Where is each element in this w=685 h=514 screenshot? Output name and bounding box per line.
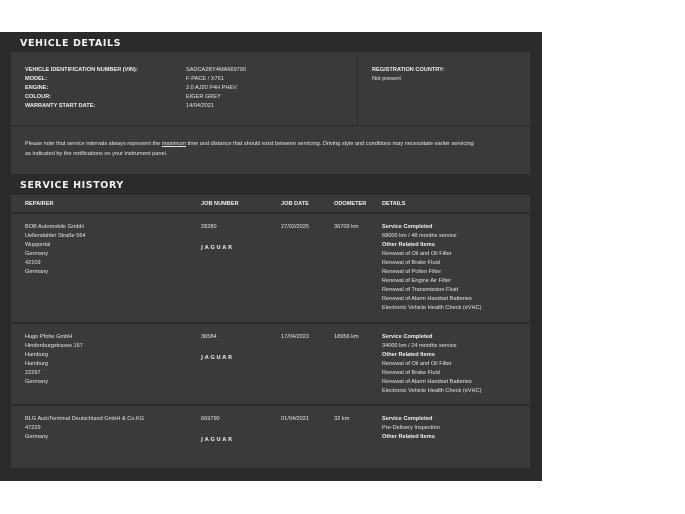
- note-text-line2: as indicated by the notifications on you…: [25, 150, 168, 157]
- table-row: Hugo Pfohe GmbH Hindenburgstrasse 167 Ha…: [11, 324, 530, 404]
- service-interval-note: Please note that service intervals alway…: [11, 126, 530, 174]
- repairer-city: Hamburg: [25, 352, 49, 358]
- repairer-name: Hugo Pfohe GmbH: [25, 334, 73, 340]
- repairer-region: Germany: [25, 251, 49, 257]
- service-completed-label: Service Completed: [382, 334, 433, 340]
- note-text-end: time and distance that should exist betw…: [186, 141, 474, 147]
- repairer-postcode: 42109: [25, 260, 41, 266]
- repairer-street: Hindenburgstrasse 167: [25, 343, 83, 349]
- repairer-region: Hamburg: [25, 361, 49, 367]
- odometer-cell: 18956 km: [334, 334, 359, 340]
- service-table-header: REPAIRER JOB NUMBER JOB DATE ODOMETER DE…: [11, 195, 530, 212]
- table-row: BOB Automobile GmbH Uellendahler Straße …: [11, 214, 530, 322]
- related-item: Renewal of Oil and Oil Filter: [382, 251, 452, 257]
- col-job-date: JOB DATE: [281, 201, 309, 207]
- job-number-cell: 36584: [201, 334, 217, 340]
- odometer-cell: 36709 km: [334, 224, 359, 230]
- job-number-cell: 28280: [201, 224, 217, 230]
- warranty-value: 14/04/2021: [186, 103, 214, 109]
- repairer-country: Germany: [25, 379, 49, 385]
- repairer-cell: BOB Automobile GmbH Uellendahler Straße …: [25, 223, 86, 277]
- warranty-label: WARRANTY START DATE:: [25, 103, 96, 109]
- repairer-street: Uellendahler Straße 564: [25, 233, 86, 239]
- related-item: Renewal of Brake Fluid: [382, 260, 440, 266]
- job-number-cell: 669790: [201, 416, 220, 422]
- jaguar-logo: JAGUAR: [201, 437, 234, 443]
- engine-label: ENGINE:: [25, 85, 49, 91]
- job-date-cell: 27/02/2025: [281, 224, 309, 230]
- vin-label: VEHICLE IDENTIFICATION NUMBER (VIN):: [25, 67, 138, 73]
- repairer-name: BLG AutoTerminal Deutschland GmbH & Co.K…: [25, 416, 145, 422]
- related-item: Electronic Vehicle Health Check (eVHC): [382, 388, 482, 394]
- related-item: Electronic Vehicle Health Check (eVHC): [382, 305, 482, 311]
- related-item: Renewal of Brake Fluid: [382, 370, 440, 376]
- registration-panel: REGISTRATION COUNTRY: Not present: [358, 52, 530, 125]
- repairer-postcode: 22297: [25, 370, 41, 376]
- repairer-postcode: 47229: [25, 425, 41, 431]
- repairer-cell: BLG AutoTerminal Deutschland GmbH & Co.K…: [25, 415, 144, 442]
- other-items-label: Other Related Items: [382, 242, 435, 248]
- note-maximum-link: maximum: [161, 141, 187, 147]
- vehicle-labels: VEHICLE IDENTIFICATION NUMBER (VIN): MOD…: [25, 66, 138, 111]
- related-item: Renewal of Oil and Oil Filter: [382, 361, 452, 367]
- related-item: Renewal of Alarm Handset Batteries: [382, 379, 472, 385]
- note-text-start: Please note that service intervals alway…: [25, 141, 162, 147]
- related-item: Renewal of Pollen Filter: [382, 269, 442, 275]
- repairer-country: Germany: [25, 269, 49, 275]
- service-description: 34000 km / 24 months service: [382, 343, 457, 349]
- details-cell: Service Completed Pre-Delivery Inspectio…: [382, 415, 440, 442]
- colour-label: COLOUR:: [25, 94, 52, 100]
- related-item: Renewal of Engine Air Filter: [382, 278, 452, 284]
- col-job-number: JOB NUMBER: [201, 201, 239, 207]
- vehicle-values: SADCA2BY4MA669790 F-PACE / X761 2.0 AJ20…: [186, 66, 246, 111]
- job-date-cell: 01/04/2021: [281, 416, 309, 422]
- repairer-cell: Hugo Pfohe GmbH Hindenburgstrasse 167 Ha…: [25, 333, 83, 387]
- other-items-label: Other Related Items: [382, 352, 435, 358]
- related-item: Renewal of Alarm Handset Batteries: [382, 296, 472, 302]
- details-cell: Service Completed 68000 km / 48 months s…: [382, 223, 482, 313]
- service-completed-label: Service Completed: [382, 224, 433, 230]
- col-odometer: ODOMETER: [334, 201, 367, 207]
- service-history-title: SERVICE HISTORY: [20, 180, 124, 191]
- model-value: F-PACE / X761: [186, 76, 224, 82]
- registration-country-label: REGISTRATION COUNTRY:: [372, 67, 445, 73]
- other-items-label: Other Related Items: [382, 434, 435, 440]
- vin-value: SADCA2BY4MA669790: [186, 67, 247, 73]
- col-details: DETAILS: [382, 201, 406, 207]
- jaguar-logo: JAGUAR: [201, 355, 234, 361]
- service-description: 68000 km / 48 months service: [382, 233, 457, 239]
- colour-value: EIGER GREY: [186, 94, 221, 100]
- related-item: Renewal of Transmission Fluid: [382, 287, 459, 293]
- service-description: Pre-Delivery Inspection: [382, 425, 440, 431]
- job-date-cell: 17/04/2023: [281, 334, 309, 340]
- registration-country-value: Not present: [372, 76, 401, 82]
- repairer-name: BOB Automobile GmbH: [25, 224, 84, 230]
- report-page: VEHICLE DETAILS VEHICLE IDENTIFICATION N…: [0, 32, 542, 481]
- repairer-city: Wuppertal: [25, 242, 51, 248]
- engine-value: 2.0 AJ20 P4H PHEV: [186, 85, 237, 91]
- details-cell: Service Completed 34000 km / 24 months s…: [382, 333, 482, 396]
- model-label: MODEL:: [25, 76, 48, 82]
- col-repairer: REPAIRER: [25, 201, 54, 207]
- vehicle-info-panel: VEHICLE IDENTIFICATION NUMBER (VIN): MOD…: [11, 52, 357, 125]
- repairer-country: Germany: [25, 434, 49, 440]
- odometer-cell: 32 km: [334, 416, 350, 422]
- service-completed-label: Service Completed: [382, 416, 433, 422]
- vehicle-details-title: VEHICLE DETAILS: [20, 38, 122, 49]
- table-row: BLG AutoTerminal Deutschland GmbH & Co.K…: [11, 406, 530, 468]
- jaguar-logo: JAGUAR: [201, 245, 234, 251]
